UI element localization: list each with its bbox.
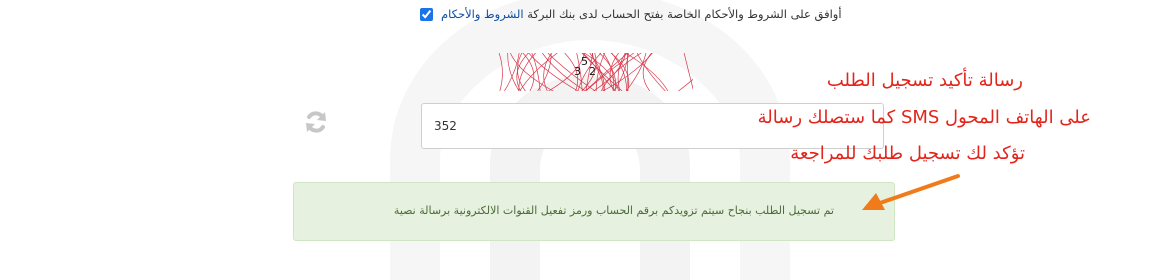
captcha-digit-1: 5 xyxy=(581,55,588,68)
refresh-icon[interactable] xyxy=(303,109,329,135)
captcha-noise-line xyxy=(595,53,606,91)
terms-text: أوافق على الشروط والأحكام الخاصة بفتح ال… xyxy=(527,7,842,21)
captcha-noise-line xyxy=(528,53,579,91)
captcha-noise-line xyxy=(498,53,503,91)
annotation-line-1: رسالة تأكيد تسجيل الطلب xyxy=(826,70,1023,91)
terms-row: أوافق على الشروط والأحكام الخاصة بفتح ال… xyxy=(420,6,874,22)
captcha-image: 5 3 2 xyxy=(498,53,693,91)
captcha-noise-lines xyxy=(498,53,693,91)
arrow-left-down-icon xyxy=(862,174,960,210)
captcha-digit-3: 2 xyxy=(589,65,596,78)
terms-label: أوافق على الشروط والأحكام الخاصة بفتح ال… xyxy=(441,7,842,21)
terms-link[interactable]: الشروط والأحكام xyxy=(441,7,524,21)
annotation-line-3: تؤكد لك تسجيل طلبك للمراجعة xyxy=(790,143,1025,164)
annotation-line-2: على الهاتف المحول SMS كما ستصلك رسالة xyxy=(757,107,1091,128)
success-alert: تم تسجيل الطلب بنجاح سيتم تزويدكم برقم ا… xyxy=(293,182,895,241)
success-alert-text: تم تسجيل الطلب بنجاح سيتم تزويدكم برقم ا… xyxy=(393,204,834,217)
captcha-digit-2: 3 xyxy=(574,65,581,78)
captcha-noise-line xyxy=(636,53,666,91)
captcha-noise-line xyxy=(517,53,526,91)
captcha-noise-line xyxy=(522,53,535,91)
terms-checkbox[interactable] xyxy=(420,7,433,21)
